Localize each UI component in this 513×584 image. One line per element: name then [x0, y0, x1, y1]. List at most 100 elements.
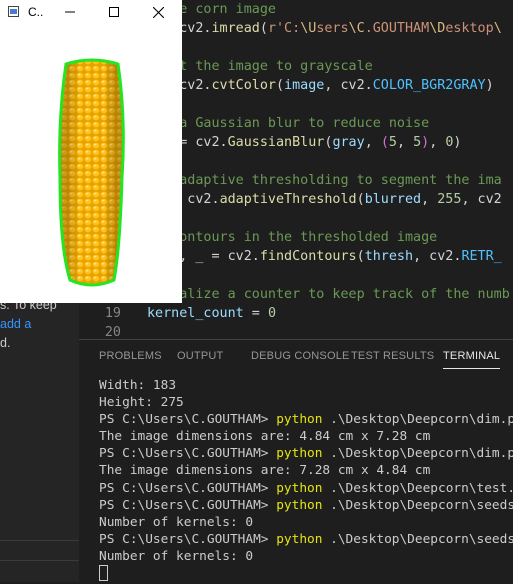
code-text: nitialize a counter to keep track of the… — [147, 285, 510, 304]
code-token: nitialize a counter to keep track of the… — [147, 287, 510, 302]
code-text: ply a Gaussian blur to reduce noise — [147, 114, 429, 133]
code-token: ( — [356, 249, 365, 264]
terminal-cursor — [99, 565, 108, 582]
code-token: kernel_count — [147, 306, 244, 321]
code-token: 5 — [413, 135, 422, 150]
terminal-input-line[interactable] — [99, 565, 513, 584]
code-token: r'C: — [267, 21, 301, 36]
terminal-line: PS C:\Users\C.GOUTHAM> python .\Desktop\… — [99, 480, 513, 497]
code-token: GaussianBlur — [227, 135, 325, 150]
code-token: , — [429, 135, 446, 150]
line-number: 19 — [104, 306, 121, 321]
code-token: sers — [316, 21, 349, 36]
terminal-args: .\Desktop\Deepcorn\test.py — [322, 480, 513, 496]
code-token: ( — [380, 135, 389, 150]
close-icon — [152, 6, 164, 18]
sidebar-divider — [0, 540, 79, 541]
terminal-line: PS C:\Users\C.GOUTHAM> python .\Desktop\… — [99, 445, 513, 462]
terminal-command: python — [276, 412, 323, 428]
sidebar-link[interactable]: add a — [0, 315, 79, 334]
window-titlebar[interactable]: C.. — [0, 0, 182, 24]
code-token: imread — [211, 21, 260, 36]
code-token: esktop — [445, 21, 494, 36]
corn-image — [58, 58, 125, 287]
terminal-prompt: PS C:\Users\C.GOUTHAM> — [99, 480, 277, 496]
tab-test-results[interactable]: TEST RESULTS — [351, 350, 434, 362]
code-text: red = cv2.GaussianBlur(gray, (5, 5), 0) — [147, 133, 461, 152]
code-token: , — [364, 135, 381, 150]
tab-terminal[interactable]: TERMINAL — [443, 350, 501, 369]
code-token: COLOR_BGR2GRAY — [372, 78, 486, 93]
terminal-args: .\Desktop\Deepcorn\seeds.py — [330, 497, 513, 513]
code-token: ( — [276, 78, 285, 93]
code-token: thresh — [364, 249, 414, 264]
code-token: gray — [332, 135, 365, 150]
terminal-line: Width: 183 — [99, 378, 177, 393]
image-window: C.. — [0, 0, 182, 303]
code-text: ply adaptive thresholding to segment the… — [147, 171, 502, 190]
code-token: ( — [259, 21, 268, 36]
tab-debug-console[interactable]: DEBUG CONSOLE — [251, 350, 350, 362]
tab-output[interactable]: OUTPUT — [177, 350, 223, 362]
code-token: adaptiveThreshold — [219, 192, 357, 207]
code-token: \U — [300, 21, 317, 36]
code-token: , cv2. — [324, 78, 373, 93]
code-token: .GOUTHAM — [364, 21, 430, 36]
code-token: = — [243, 306, 268, 321]
code-token: , cv2. — [413, 249, 462, 264]
terminal-line: PS C:\Users\C.GOUTHAM> python .\Desktop\… — [99, 497, 513, 514]
line-number: 20 — [104, 325, 121, 339]
terminal-prompt: PS C:\Users\C.GOUTHAM> — [99, 412, 277, 428]
minimize-icon — [65, 11, 75, 13]
code-token: findContours — [259, 249, 357, 264]
code-token: RETR_ — [461, 249, 502, 264]
code-token: \D — [429, 21, 446, 36]
code-token: ) — [421, 135, 430, 150]
code-token: , — [396, 135, 414, 150]
terminal-line: The image dimensions are: 4.84 cm x 7.28… — [99, 429, 431, 445]
code-token: cvtColor — [211, 78, 277, 93]
code-text: sh = cv2.adaptiveThreshold(blurred, 255,… — [147, 190, 502, 209]
code-text: e = cv2.imread(r'C:\Users\C.GOUTHAM\Desk… — [147, 19, 502, 38]
close-button[interactable] — [136, 0, 180, 24]
code-token: \C — [348, 21, 365, 36]
code-token: , — [421, 192, 438, 207]
sidebar-divider — [0, 560, 79, 561]
code-text: ours, _ = cv2.findContours(thresh, cv2.R… — [147, 247, 502, 266]
terminal-line: PS C:\Users\C.GOUTHAM> python .\Desktop\… — [99, 531, 513, 548]
code-token: 5 — [388, 135, 397, 150]
terminal-line: Number of kernels: 0 — [99, 514, 254, 530]
code-token: ) — [485, 78, 494, 93]
code-token: , cv2 — [461, 192, 502, 207]
terminal-args: .\Desktop\Deepcorn\seeds.py — [330, 531, 513, 547]
terminal-args: .\Desktop\Deepcorn\dim.py — [322, 446, 513, 462]
code-token: ply adaptive thresholding to segment the… — [147, 173, 502, 188]
code-token: ) — [453, 135, 462, 150]
minimize-button[interactable] — [48, 0, 92, 24]
terminal-line: Height: 275 — [99, 395, 184, 411]
code-text: nd contours in the thresholded image — [147, 228, 437, 247]
code-token: 0 — [267, 306, 276, 321]
bottom-panel: PROBLEMS OUTPUT DEBUG CONSOLE TEST RESUL… — [79, 339, 513, 583]
tab-problems[interactable]: PROBLEMS — [99, 350, 162, 362]
code-token: blurred — [364, 192, 422, 207]
maximize-icon — [109, 7, 119, 17]
code-token: ply a Gaussian blur to reduce noise — [147, 116, 430, 131]
code-text: y = cv2.cvtColor(image, cv2.COLOR_BGR2GR… — [147, 76, 494, 95]
terminal-line: PS C:\Users\C.GOUTHAM> python .\Desktop\… — [99, 411, 513, 428]
window-app-icon — [8, 6, 19, 17]
terminal-output[interactable]: Width: 183 Height: 275 PS C:\Users\C.GOUTH… — [99, 377, 513, 584]
sidebar-text: s. To keep add a d. — [0, 296, 79, 353]
terminal-command: python — [276, 531, 323, 547]
terminal-line: The image dimensions are: 7.28 cm x 4.84… — [99, 463, 431, 479]
code-text: kernel_count = 0 — [147, 304, 276, 323]
terminal-command: python — [276, 446, 323, 462]
terminal-args: .\Desktop\Deepcorn\dim.py — [322, 412, 513, 428]
terminal-prompt: PS C:\Users\C.GOUTHAM> — [99, 446, 277, 462]
code-token: nd contours in the thresholded image — [147, 230, 438, 245]
maximize-button[interactable] — [92, 0, 136, 24]
terminal-line: Number of kernels: 0 — [99, 548, 254, 564]
code-token: 255 — [437, 192, 462, 207]
code-token: , _ = cv2. — [179, 249, 260, 264]
code-token: ( — [356, 192, 365, 207]
